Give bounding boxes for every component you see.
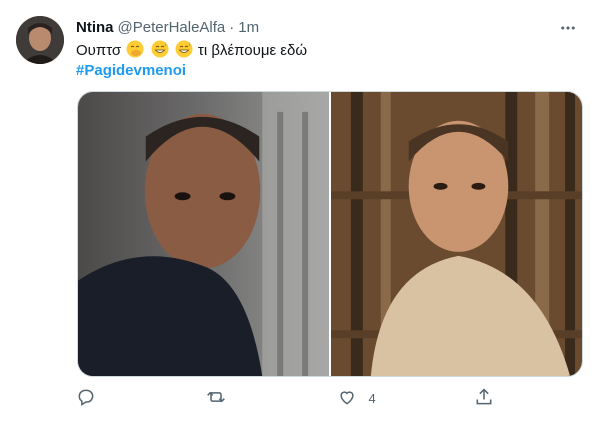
- media-grid: [77, 91, 583, 377]
- separator-dot: ·: [229, 18, 235, 36]
- like-count: 4: [368, 390, 376, 406]
- heart-icon: [337, 387, 357, 410]
- media-image-right[interactable]: [331, 92, 582, 376]
- tweet-card[interactable]: Ntina @PeterHaleAlfa · 1m Ουπτσ τι βλέπο…: [0, 0, 594, 422]
- hashtag-link[interactable]: #Pagidevmenoi: [76, 61, 186, 81]
- author-name[interactable]: Ntina: [76, 19, 114, 36]
- tweet-text-part1: Ουπτσ: [76, 42, 122, 59]
- like-button[interactable]: 4: [337, 387, 376, 410]
- reply-icon: [76, 387, 96, 410]
- grinning-sweat-emoji-icon: [151, 40, 169, 58]
- tweet-text: Ουπτσ τι βλέπουμε εδώ: [76, 40, 307, 61]
- media-image-left[interactable]: [78, 92, 329, 376]
- author-handle[interactable]: @PeterHaleAlfa: [118, 19, 226, 36]
- share-button[interactable]: [474, 387, 506, 410]
- avatar[interactable]: [16, 16, 64, 64]
- reply-button[interactable]: [76, 387, 108, 410]
- share-icon: [474, 387, 494, 410]
- more-options-icon[interactable]: [556, 16, 580, 40]
- timestamp[interactable]: 1m: [238, 19, 259, 36]
- retweet-icon: [206, 387, 226, 410]
- hand-over-mouth-emoji-icon: [126, 40, 144, 58]
- grinning-sweat-emoji-icon: [175, 40, 193, 58]
- tweet-text-part2: τι βλέπουμε εδώ: [197, 42, 308, 59]
- action-bar: 4: [76, 386, 506, 410]
- retweet-button[interactable]: [206, 387, 238, 410]
